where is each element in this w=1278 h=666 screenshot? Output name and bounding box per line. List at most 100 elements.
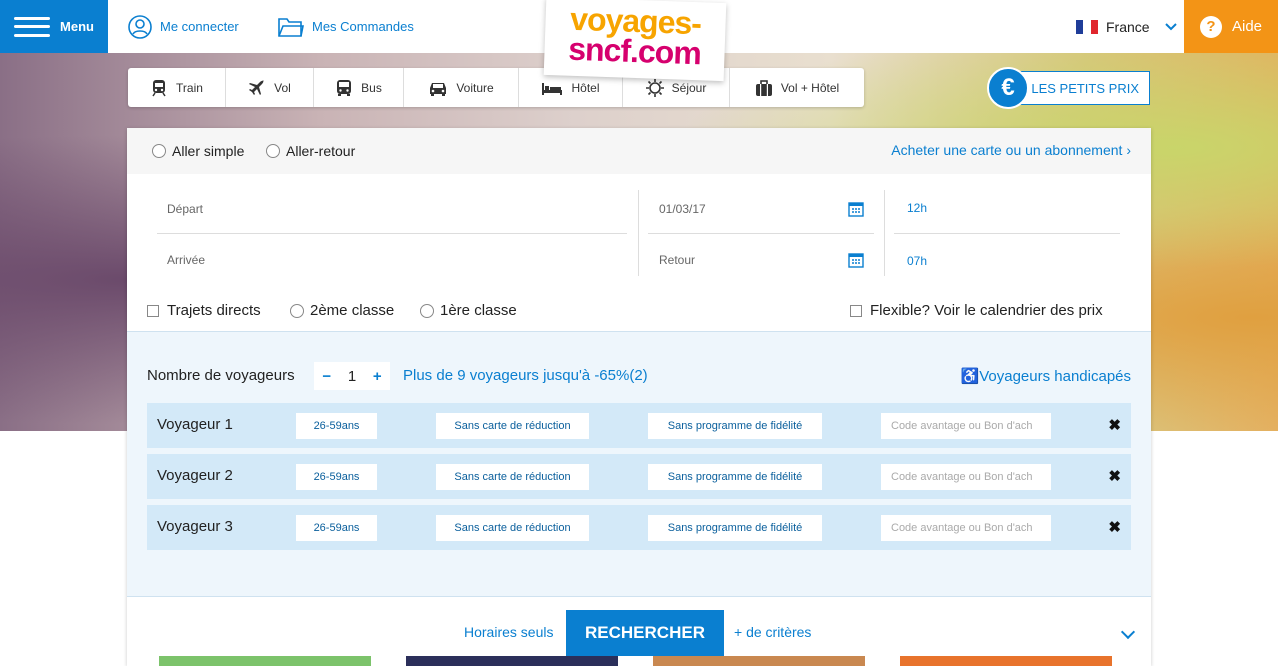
traveler-name: Voyageur 3 (157, 518, 233, 535)
user-icon (128, 14, 152, 39)
loyalty-select[interactable]: Sans programme de fidélité (648, 413, 822, 439)
remove-traveler-icon[interactable]: ✖ (1108, 467, 1121, 485)
direct-checkbox[interactable]: Trajets directs (147, 302, 261, 319)
logo-line-2: sncf.com (567, 30, 702, 72)
tab-train[interactable]: Train (128, 68, 226, 107)
help-button[interactable]: ? Aide (1184, 0, 1278, 53)
tab-vol-hotel[interactable]: Vol + Hôtel (730, 68, 864, 107)
reduction-card-select[interactable]: Sans carte de réduction (436, 413, 589, 439)
traveler-row: Voyageur 3 26-59ans Sans carte de réduct… (147, 505, 1131, 550)
orders-link[interactable]: Mes Commandes (278, 0, 414, 53)
reduction-card-select[interactable]: Sans carte de réduction (436, 464, 589, 490)
logo[interactable]: voyages- sncf.com (543, 0, 727, 82)
promo-tile[interactable] (159, 656, 371, 666)
orders-label: Mes Commandes (312, 19, 414, 34)
tab-label: Bus (361, 80, 382, 95)
bed-icon (542, 82, 563, 95)
first-class-radio[interactable]: 1ère classe (420, 302, 517, 319)
horaires-link[interactable]: Horaires seuls (464, 624, 553, 640)
buy-card-link[interactable]: Acheter une carte ou un abonnement › (891, 142, 1131, 158)
transport-mode-tabs: Train Vol Bus Voiture Hôtel Séjour Vol +… (128, 68, 864, 107)
time-underline (894, 233, 1120, 234)
train-icon (152, 79, 166, 96)
one-way-radio[interactable]: Aller simple (152, 143, 244, 159)
arrivee-input[interactable]: Arrivée (167, 253, 205, 267)
traveler-name: Voyageur 2 (157, 467, 233, 484)
loyalty-select[interactable]: Sans programme de fidélité (648, 515, 822, 541)
promo-tile[interactable] (406, 656, 618, 666)
time-retour-select[interactable]: 07h (907, 254, 927, 268)
car-icon (430, 82, 447, 96)
traveler-name: Voyageur 1 (157, 416, 233, 433)
help-label: Aide (1231, 18, 1263, 35)
date-underline (648, 233, 874, 234)
age-select[interactable]: 26-59ans (296, 515, 377, 541)
divider (638, 190, 639, 276)
tab-vol[interactable]: Vol (226, 68, 314, 107)
checkbox-box (147, 304, 159, 317)
first-class-label: 1ère classe (440, 302, 517, 319)
bus-icon (337, 79, 352, 96)
date-retour-input[interactable]: Retour (659, 253, 695, 267)
euro-icon: € (987, 67, 1029, 109)
trip-type-row: Aller simple Aller-retour Acheter une ca… (127, 128, 1151, 174)
radio-circle (290, 303, 304, 318)
tab-label: Vol + Hôtel (780, 80, 840, 95)
travelers-stepper: − 1 + (314, 362, 390, 390)
france-flag-icon (1076, 19, 1098, 34)
petits-prix-label: LES PETITS PRIX (1031, 80, 1139, 96)
loyalty-select[interactable]: Sans programme de fidélité (648, 464, 822, 490)
menu-label: Menu (60, 19, 94, 34)
promo-code-input[interactable] (881, 464, 1051, 490)
more-criteria-link[interactable]: + de critères (734, 624, 811, 640)
travelers-section: Nombre de voyageurs − 1 + Plus de 9 voya… (127, 331, 1151, 596)
handicap-label: Voyageurs handicapés (979, 368, 1131, 385)
checkbox-box (850, 304, 862, 317)
tab-label: Train (176, 80, 203, 95)
depart-underline (157, 233, 627, 234)
tab-label: Hôtel (571, 80, 600, 95)
remove-traveler-icon[interactable]: ✖ (1108, 518, 1121, 536)
travelers-count: 1 (347, 367, 357, 385)
increment-button[interactable]: + (373, 368, 382, 385)
promo-tile[interactable] (900, 656, 1112, 666)
login-link[interactable]: Me connecter (128, 0, 239, 53)
second-class-label: 2ème classe (310, 302, 395, 319)
second-class-radio[interactable]: 2ème classe (290, 302, 394, 319)
tab-voiture[interactable]: Voiture (404, 68, 519, 107)
depart-input[interactable]: Départ (167, 202, 203, 216)
remove-traveler-icon[interactable]: ✖ (1108, 416, 1121, 434)
help-icon: ? (1199, 15, 1222, 38)
round-trip-radio[interactable]: Aller-retour (266, 143, 355, 159)
promo-tile[interactable] (653, 656, 865, 666)
promo-code-input[interactable] (881, 515, 1051, 541)
age-select[interactable]: 26-59ans (296, 413, 377, 439)
calendar-icon[interactable] (848, 252, 864, 268)
flexible-checkbox[interactable]: Flexible? Voir le calendrier des prix (850, 302, 1103, 319)
search-panel: Aller simple Aller-retour Acheter une ca… (127, 128, 1151, 666)
traveler-row: Voyageur 1 26-59ans Sans carte de réduct… (147, 403, 1131, 448)
date-aller-input[interactable]: 01/03/17 (659, 202, 706, 216)
reduction-card-select[interactable]: Sans carte de réduction (436, 515, 589, 541)
handicap-link[interactable]: ♿Voyageurs handicapés (961, 367, 1131, 385)
suitcase-icon (755, 79, 772, 96)
wheelchair-icon: ♿ (960, 368, 980, 385)
country-selector[interactable]: France (1076, 0, 1178, 53)
group-travel-link[interactable]: Plus de 9 voyageurs jusqu'à -65%(2) (403, 367, 648, 384)
time-aller-select[interactable]: 12h (907, 201, 927, 215)
tab-label: Vol (274, 80, 291, 95)
promo-code-input[interactable] (881, 413, 1051, 439)
chevron-right-icon: › (1126, 142, 1131, 158)
calendar-icon[interactable] (848, 201, 864, 217)
tab-label: Séjour (671, 80, 707, 95)
decrement-button[interactable]: − (322, 368, 331, 385)
login-label: Me connecter (160, 19, 239, 34)
radio-circle (266, 144, 280, 158)
travelers-count-label: Nombre de voyageurs (147, 367, 295, 384)
search-button[interactable]: RECHERCHER (566, 610, 724, 656)
age-select[interactable]: 26-59ans (296, 464, 377, 490)
menu-button[interactable]: Menu (0, 0, 108, 53)
chevron-down-icon[interactable] (1120, 624, 1136, 640)
tab-bus[interactable]: Bus (314, 68, 404, 107)
round-trip-label: Aller-retour (286, 143, 356, 159)
